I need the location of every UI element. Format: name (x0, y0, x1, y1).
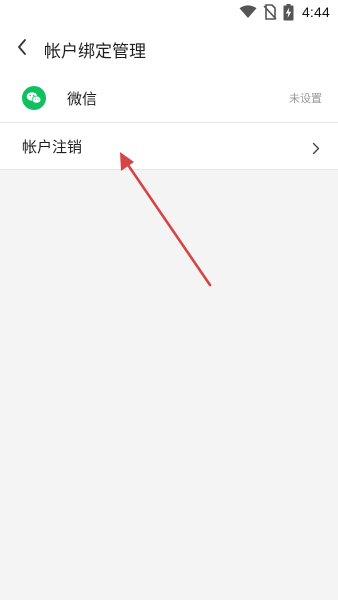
account-cancel-label: 帐户注销 (22, 137, 83, 156)
status-bar: 4:44 (0, 0, 338, 24)
wechat-label: 微信 (67, 89, 98, 108)
no-sim-icon (263, 4, 277, 20)
status-time: 4:44 (301, 4, 330, 20)
account-cancel-row[interactable]: 帐户注销 (0, 122, 338, 170)
back-chevron-icon (16, 38, 28, 60)
wechat-status: 未设置 (289, 92, 322, 105)
account-binding-list: 微信 未设置 帐户注销 (0, 74, 338, 170)
wifi-icon (239, 5, 257, 19)
screen: 4:44 帐户绑定管理 微信 未设置 帐户注销 (0, 0, 338, 600)
page-title: 帐户绑定管理 (44, 41, 146, 62)
wechat-icon (22, 86, 46, 110)
chevron-right-icon (312, 140, 320, 159)
app-header: 帐户绑定管理 (0, 24, 338, 74)
back-button[interactable] (0, 24, 44, 74)
wechat-row[interactable]: 微信 未设置 (0, 74, 338, 122)
status-icons: 4:44 (239, 3, 330, 21)
battery-charging-icon (283, 3, 294, 21)
